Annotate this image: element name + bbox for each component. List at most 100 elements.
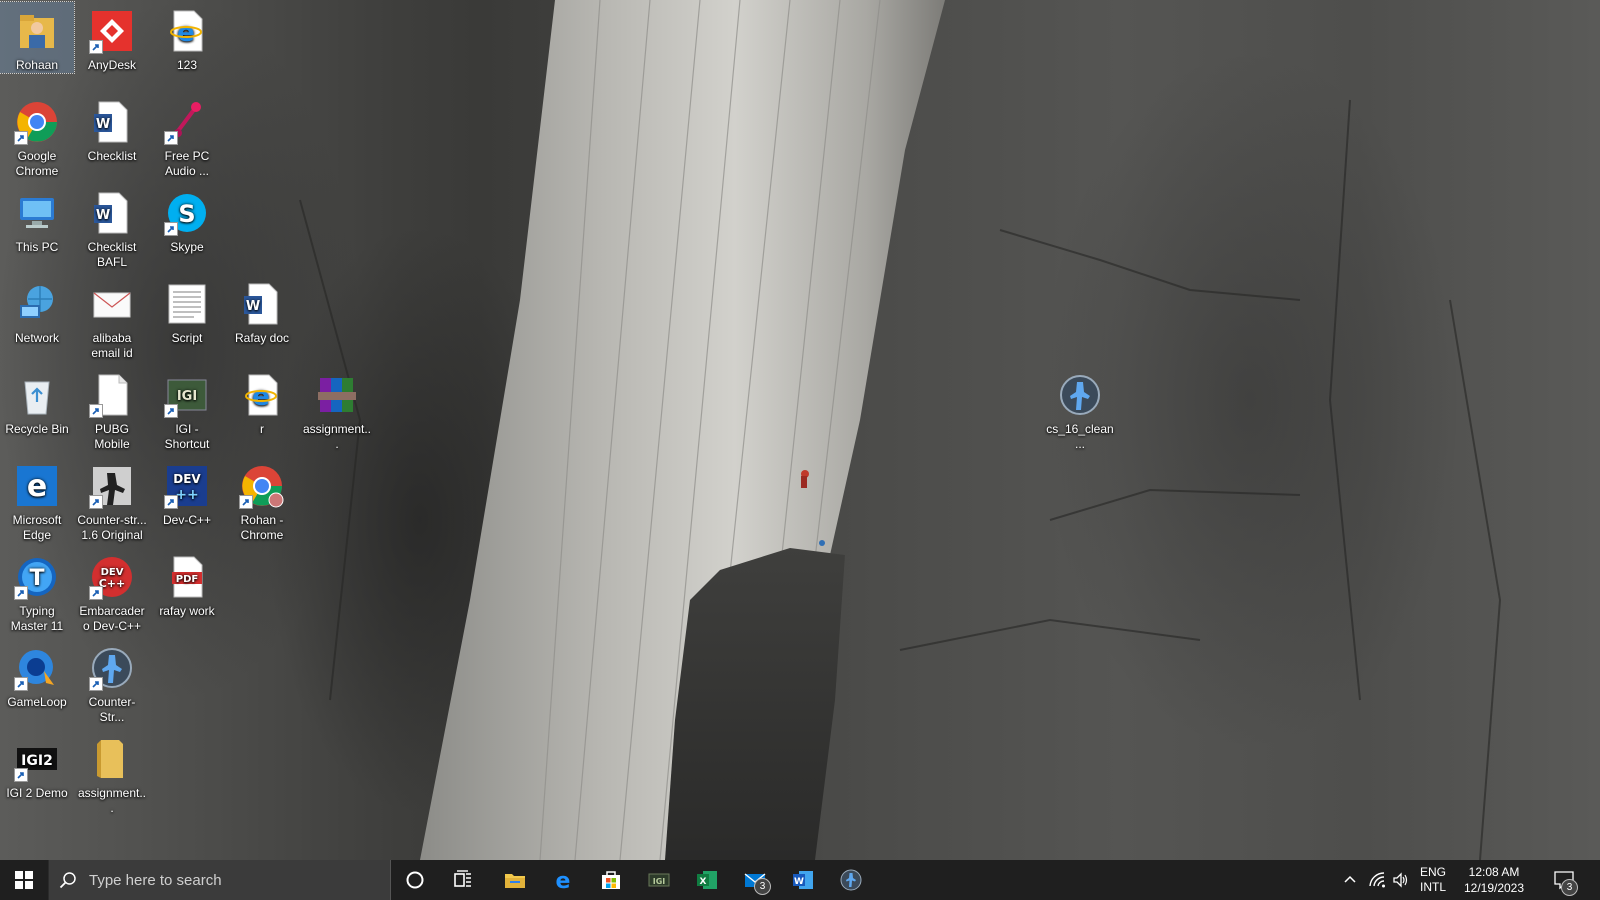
taskbar-mail[interactable]: 3 <box>731 860 779 900</box>
excel-icon: X <box>697 871 717 889</box>
shortcut-arrow-icon <box>164 404 178 418</box>
winrar-archive-icon <box>314 372 360 418</box>
keyboard-layout: INTL <box>1419 880 1446 894</box>
gameloop-icon <box>14 645 60 691</box>
recycle-bin-icon <box>14 372 60 418</box>
svg-text:e: e <box>556 869 571 892</box>
desktop-icon-rohaan[interactable]: Rohaan <box>0 1 75 74</box>
icon-label: IGI 2 Demo <box>6 786 68 800</box>
desktop-icon-igi2-demo[interactable]: IGI2 IGI 2 Demo <box>0 730 74 801</box>
show-hidden-icons-button[interactable] <box>1335 860 1365 900</box>
taskbar-search-box[interactable]: Type here to search <box>48 860 391 900</box>
svg-text:DEV: DEV <box>173 472 201 486</box>
shortcut-arrow-icon <box>89 677 103 691</box>
desktop-icon-r[interactable]: e r <box>225 366 299 437</box>
desktop-icon-dev-cpp[interactable]: DEV ++ Dev-C++ <box>150 457 224 528</box>
cortana-button[interactable] <box>391 860 439 900</box>
internet-explorer-icon: e <box>239 372 285 418</box>
icon-label: Free PC Audio ... <box>164 149 210 178</box>
svg-text:X: X <box>700 877 707 887</box>
desktop-icon-checklist-bafl[interactable]: W Checklist BAFL <box>75 184 149 270</box>
counter-strike-icon <box>89 645 135 691</box>
desktop-icon-typing-master[interactable]: T Typing Master 11 <box>0 548 74 634</box>
taskbar-file-explorer[interactable] <box>491 860 539 900</box>
microsoft-store-icon <box>602 871 620 889</box>
taskbar-counter-strike[interactable] <box>827 860 875 900</box>
email-document-icon <box>89 281 135 327</box>
embarcadero-devcpp-icon: DEV C++ <box>89 554 135 600</box>
shortcut-arrow-icon <box>14 768 28 782</box>
start-button[interactable] <box>0 860 48 900</box>
taskbar-excel[interactable]: X <box>683 860 731 900</box>
icon-label: Google Chrome <box>15 149 59 178</box>
shortcut-arrow-icon <box>164 131 178 145</box>
svg-text:e: e <box>177 18 195 48</box>
file-explorer-icon <box>505 874 525 888</box>
desktop-icon-rohan-chrome[interactable]: Rohan - Chrome <box>225 457 299 543</box>
desktop-icon-pubg-mobile[interactable]: PUBG Mobile <box>75 366 149 452</box>
desktop-icon-checklist[interactable]: W Checklist <box>75 93 149 164</box>
icon-label: 123 <box>176 58 198 72</box>
desktop-icon-rafay-work[interactable]: PDF rafay work <box>150 548 224 619</box>
desktop-icon-microsoft-edge[interactable]: e Microsoft Edge <box>0 457 74 543</box>
chrome-icon <box>14 99 60 145</box>
icon-label: alibaba email id <box>91 331 133 360</box>
clock-button[interactable]: 12:08 AM 12/19/2023 <box>1453 860 1535 900</box>
language-code: ENG <box>1419 865 1446 879</box>
mail-badge: 3 <box>754 878 771 895</box>
shortcut-arrow-icon <box>14 586 28 600</box>
desktop-icon-counter-strike-original[interactable]: Counter-str... 1.6 Original <box>75 457 149 543</box>
desktop-icon-network[interactable]: Network <box>0 275 74 346</box>
desktop-icon-igi-shortcut[interactable]: IGI IGI - Shortcut <box>150 366 224 452</box>
word-document-icon: W <box>89 190 135 236</box>
taskbar-edge[interactable]: e <box>539 860 587 900</box>
icon-label: Rafay doc <box>234 331 290 345</box>
desktop-icon-skype[interactable]: S Skype <box>150 184 224 255</box>
desktop-icon-alibaba-email-id[interactable]: alibaba email id <box>75 275 149 361</box>
clock-date: 12/19/2023 <box>1463 881 1525 895</box>
desktop-icon-assignment-folder[interactable]: assignment... <box>75 730 149 816</box>
counter-strike-icon <box>840 869 862 891</box>
icon-label: rafay work <box>159 604 215 618</box>
desktop-icon-rafay-doc[interactable]: W Rafay doc <box>225 275 299 346</box>
icon-label: Rohan - Chrome <box>240 513 284 542</box>
svg-text:W: W <box>96 208 110 223</box>
desktop-icon-google-chrome[interactable]: Google Chrome <box>0 93 74 179</box>
icon-label: Rohaan <box>15 58 59 72</box>
svg-text:T: T <box>29 566 44 591</box>
icon-label: Checklist <box>87 149 137 163</box>
desktop-icon-anydesk[interactable]: AnyDesk <box>75 2 149 73</box>
system-tray: ENG INTL 12:08 AM 12/19/2023 3 <box>1335 860 1600 900</box>
svg-text:W: W <box>246 299 260 314</box>
desktop-icon-this-pc[interactable]: This PC <box>0 184 74 255</box>
svg-text:++: ++ <box>175 487 198 503</box>
icon-label: cs_16_clean... <box>1046 422 1114 451</box>
clock-time: 12:08 AM <box>1468 865 1520 879</box>
taskbar-microsoft-store[interactable] <box>587 860 635 900</box>
chevron-up-icon <box>1344 875 1356 883</box>
action-center-button[interactable]: 3 <box>1540 860 1588 900</box>
taskbar-word[interactable]: W <box>779 860 827 900</box>
shortcut-arrow-icon <box>89 495 103 509</box>
shortcut-arrow-icon <box>164 495 178 509</box>
desktop-icon-assignment-archive[interactable]: assignment... <box>300 366 374 452</box>
desktop-icon-embarcadero-devcpp[interactable]: DEV C++ Embarcadero Dev-C++ <box>75 548 149 634</box>
desktop-icon-123[interactable]: e 123 <box>150 2 224 73</box>
edge-icon: e <box>14 463 60 509</box>
input-language-button[interactable]: ENG INTL <box>1415 860 1451 900</box>
word-document-icon: W <box>239 281 285 327</box>
taskbar-game-app[interactable]: IGI <box>635 860 683 900</box>
desktop-icon-cs16-clean[interactable]: cs_16_clean... <box>1043 366 1117 452</box>
network-status-button[interactable] <box>1365 860 1389 900</box>
desktop-icon-counter-strike[interactable]: Counter-Str... <box>75 639 149 725</box>
svg-text:W: W <box>794 877 804 887</box>
desktop-icon-script[interactable]: Script <box>150 275 224 346</box>
desktop-icon-recycle-bin[interactable]: Recycle Bin <box>0 366 74 437</box>
desktop-icon-free-pc-audio[interactable]: Free PC Audio ... <box>150 93 224 179</box>
shortcut-arrow-icon <box>14 677 28 691</box>
icon-label: Checklist BAFL <box>87 240 137 269</box>
desktop-icon-gameloop[interactable]: GameLoop <box>0 639 74 710</box>
folder-icon <box>89 736 135 782</box>
task-view-button[interactable] <box>439 860 487 900</box>
volume-button[interactable] <box>1389 860 1413 900</box>
